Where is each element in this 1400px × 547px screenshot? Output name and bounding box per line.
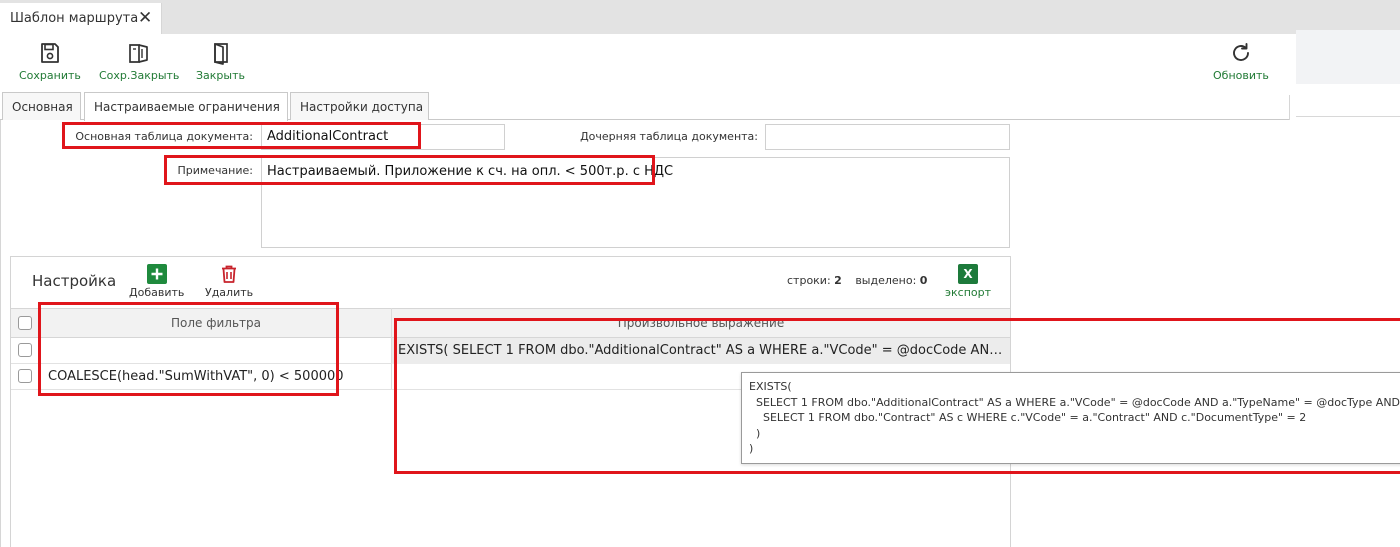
delete-button[interactable]: Удалить xyxy=(205,264,253,299)
content-left-border xyxy=(0,120,1,547)
close-door-icon xyxy=(213,43,228,65)
select-all-checkbox[interactable] xyxy=(18,316,32,330)
main-table-label: Основная таблица документа: xyxy=(75,130,253,143)
toolbar-right-panel xyxy=(1296,30,1400,84)
rows-count: 2 xyxy=(834,274,842,287)
save-icon xyxy=(41,43,59,63)
refresh-button[interactable]: Обновить xyxy=(1213,41,1269,82)
trash-icon xyxy=(222,265,237,283)
child-table-label: Дочерняя таблица документа: xyxy=(580,130,758,143)
section-tabs: Основная Настраиваемые ограничения Настр… xyxy=(0,90,1290,121)
row-checkbox[interactable] xyxy=(18,369,32,383)
add-icon xyxy=(146,264,167,284)
selected-label: выделено: xyxy=(855,274,917,287)
close-icon[interactable]: ✕ xyxy=(138,8,152,28)
tab-custom-restrictions[interactable]: Настраиваемые ограничения xyxy=(84,92,288,121)
add-button[interactable]: Добавить xyxy=(129,264,184,299)
tabs-right-border xyxy=(1289,95,1290,120)
note-field[interactable]: Настраиваемый. Приложение к сч. на опл. … xyxy=(261,157,1010,248)
save-close-label: Сохр.Закрыть xyxy=(99,69,180,82)
save-button[interactable]: Сохранить xyxy=(19,41,81,82)
export-label: экспорт xyxy=(945,286,992,299)
main-table-field[interactable]: AdditionalContract xyxy=(261,124,505,150)
save-label: Сохранить xyxy=(19,69,81,82)
rows-label: строки: xyxy=(787,274,831,287)
grid-title: Настройка xyxy=(32,272,117,290)
grid-counts: строки: 2 выделено: 0 xyxy=(787,274,937,287)
divider xyxy=(1296,116,1400,117)
expression-tooltip: EXISTS( SELECT 1 FROM dbo."AdditionalCon… xyxy=(741,372,1400,464)
column-header-filter-field[interactable]: Поле фильтра xyxy=(41,316,391,330)
document-tab-title: Шаблон маршрута xyxy=(10,11,139,26)
filter-cell[interactable]: COALESCE(head."SumWithVAT", 0) < 500000 xyxy=(48,369,386,384)
delete-label: Удалить xyxy=(205,286,254,299)
add-label: Добавить xyxy=(129,286,185,299)
row-checkbox[interactable] xyxy=(18,343,32,357)
refresh-icon xyxy=(1233,43,1249,61)
excel-icon: X xyxy=(958,264,979,284)
column-header-expression[interactable]: Произвольное выражение xyxy=(392,316,1010,330)
close-label: Закрыть xyxy=(196,69,245,82)
tab-main[interactable]: Основная xyxy=(2,92,81,120)
save-close-button[interactable]: Сохр.Закрыть xyxy=(99,41,179,82)
tab-access-settings[interactable]: Настройки доступа xyxy=(290,92,429,120)
refresh-label: Обновить xyxy=(1213,69,1269,82)
expression-cell[interactable]: EXISTS( SELECT 1 FROM dbo."AdditionalCon… xyxy=(398,343,1004,358)
selected-count: 0 xyxy=(919,274,928,287)
document-tab-strip xyxy=(0,0,1400,34)
note-label: Примечание: xyxy=(177,164,253,177)
child-table-field[interactable] xyxy=(765,124,1010,150)
export-button[interactable]: X экспорт xyxy=(945,264,991,299)
document-tab[interactable]: Шаблон маршрута ✕ xyxy=(0,3,162,34)
save-close-icon xyxy=(129,44,149,63)
toolbar: Сохранить Сохр.Закрыть Закрыть Обновить xyxy=(0,34,1296,84)
close-button[interactable]: Закрыть xyxy=(196,41,245,82)
